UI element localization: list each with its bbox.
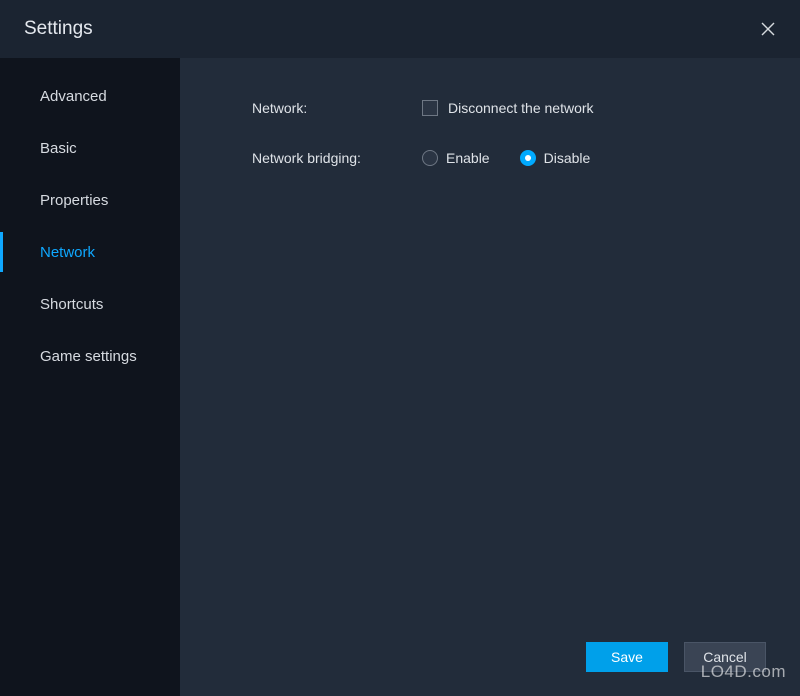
sidebar-item-properties[interactable]: Properties [0, 174, 180, 226]
checkbox-disconnect-network[interactable]: Disconnect the network [422, 100, 594, 116]
cancel-button[interactable]: Cancel [684, 642, 766, 672]
sidebar-item-label: Shortcuts [40, 296, 103, 313]
window-title: Settings [24, 18, 93, 40]
sidebar-item-advanced[interactable]: Advanced [0, 70, 180, 122]
radio-group-bridging: Enable Disable [422, 150, 590, 166]
radio-label: Disable [544, 150, 591, 166]
sidebar-item-basic[interactable]: Basic [0, 122, 180, 174]
radio-circle-icon [520, 150, 536, 166]
sidebar: Advanced Basic Properties Network Shortc… [0, 58, 180, 696]
radio-disable[interactable]: Disable [520, 150, 591, 166]
sidebar-item-label: Properties [40, 192, 108, 209]
main-area: Advanced Basic Properties Network Shortc… [0, 58, 800, 696]
sidebar-item-label: Advanced [40, 88, 107, 105]
footer-buttons: Save Cancel [586, 642, 766, 672]
label-network-bridging: Network bridging: [252, 150, 422, 166]
sidebar-item-shortcuts[interactable]: Shortcuts [0, 278, 180, 330]
content-panel: Network: Disconnect the network Network … [180, 58, 800, 696]
sidebar-item-network[interactable]: Network [0, 226, 180, 278]
close-icon [761, 22, 775, 36]
titlebar: Settings [0, 0, 800, 58]
radio-enable[interactable]: Enable [422, 150, 490, 166]
sidebar-item-label: Game settings [40, 348, 137, 365]
label-network: Network: [252, 100, 422, 116]
sidebar-item-label: Basic [40, 140, 77, 157]
row-network-bridging: Network bridging: Enable Disable [252, 150, 800, 166]
radio-circle-icon [422, 150, 438, 166]
checkbox-label: Disconnect the network [448, 100, 594, 116]
checkbox-box-icon [422, 100, 438, 116]
row-network: Network: Disconnect the network [252, 100, 800, 116]
sidebar-item-game-settings[interactable]: Game settings [0, 330, 180, 382]
sidebar-item-label: Network [40, 244, 95, 261]
close-button[interactable] [756, 17, 780, 41]
radio-label: Enable [446, 150, 490, 166]
save-button[interactable]: Save [586, 642, 668, 672]
